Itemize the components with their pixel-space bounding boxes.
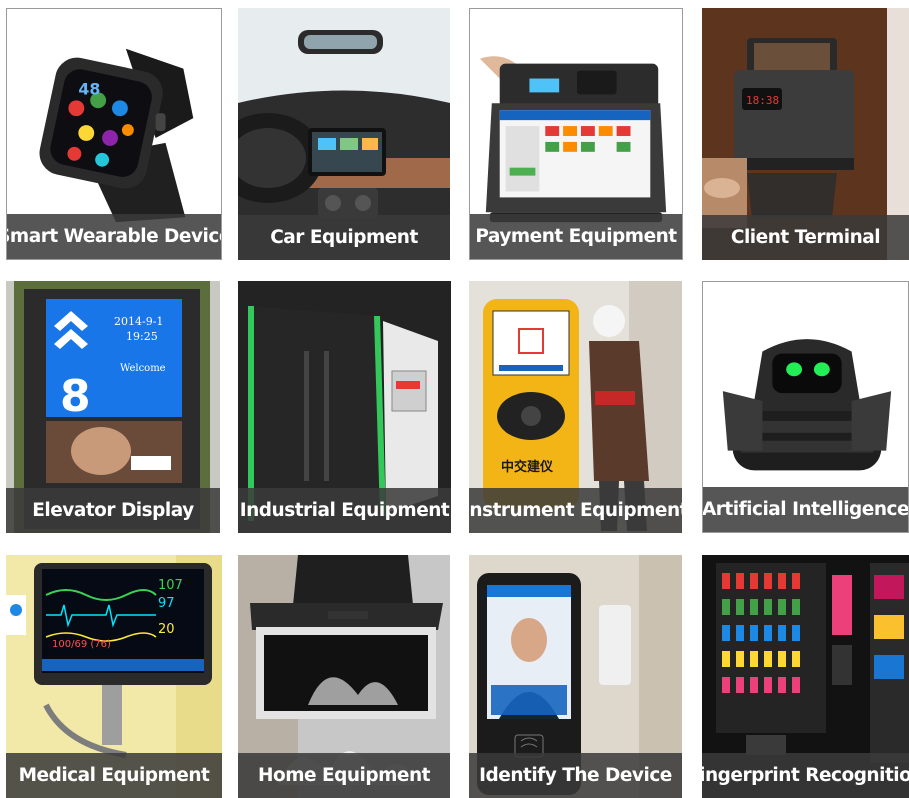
tile-home-equipment[interactable]: Home Equipment (238, 555, 450, 798)
tile-label: Payment Equipment (470, 214, 682, 259)
tile-label: Medical Equipment (6, 753, 222, 798)
tile-elevator-display[interactable]: 8 2014-9-1 19:25 Welcome Elevator Displa… (6, 281, 220, 533)
instrument-brand: 中交建仪 (501, 459, 554, 475)
tile-label: Car Equipment (238, 215, 450, 260)
tile-label: Industrial Equipment (238, 488, 451, 533)
tile-label: Instrument Equipment (469, 488, 682, 533)
tile-label: Home Equipment (238, 753, 450, 798)
elevator-floor: 8 (60, 371, 91, 422)
tile-fingerprint-recognition[interactable]: Fingerprint Recognition (702, 555, 909, 798)
elevator-time: 19:25 (126, 330, 158, 343)
elevator-date: 2014-9-1 (114, 315, 163, 328)
tile-industrial-equipment[interactable]: Industrial Equipment (238, 281, 451, 533)
tile-smart-wearable-device[interactable]: 48 Smart Wearable Device (6, 8, 222, 260)
tile-label: Fingerprint Recognition (702, 753, 909, 798)
tile-label: Client Terminal (702, 215, 909, 260)
monitor-spo2: 97 (158, 596, 175, 611)
tile-label: Smart Wearable Device (7, 214, 221, 259)
tile-client-terminal[interactable]: 18:38 Client Terminal (702, 8, 909, 260)
tile-label: Elevator Display (6, 488, 220, 533)
tile-label: Artificial Intelligence (703, 487, 908, 532)
elevator-welcome: Welcome (120, 363, 166, 374)
tile-payment-equipment[interactable]: Payment Equipment (469, 8, 683, 260)
tile-artificial-intelligence[interactable]: Artificial Intelligence (702, 281, 909, 533)
coffee-display: 18:38 (746, 94, 779, 107)
tile-identify-the-device[interactable]: Identify The Device (469, 555, 682, 798)
tile-instrument-equipment[interactable]: 中交建仪 Instrument Equipment (469, 281, 682, 533)
tile-car-equipment[interactable]: Car Equipment (238, 8, 450, 260)
monitor-nibp: 100/69 (76) (52, 639, 111, 650)
tile-medical-equipment[interactable]: 107 97 20 100/69 (76) Medical Equipment (6, 555, 222, 798)
tile-label: Identify The Device (469, 753, 682, 798)
monitor-rr: 20 (158, 622, 175, 637)
watch-number: 48 (78, 79, 100, 98)
monitor-hr: 107 (158, 578, 183, 593)
